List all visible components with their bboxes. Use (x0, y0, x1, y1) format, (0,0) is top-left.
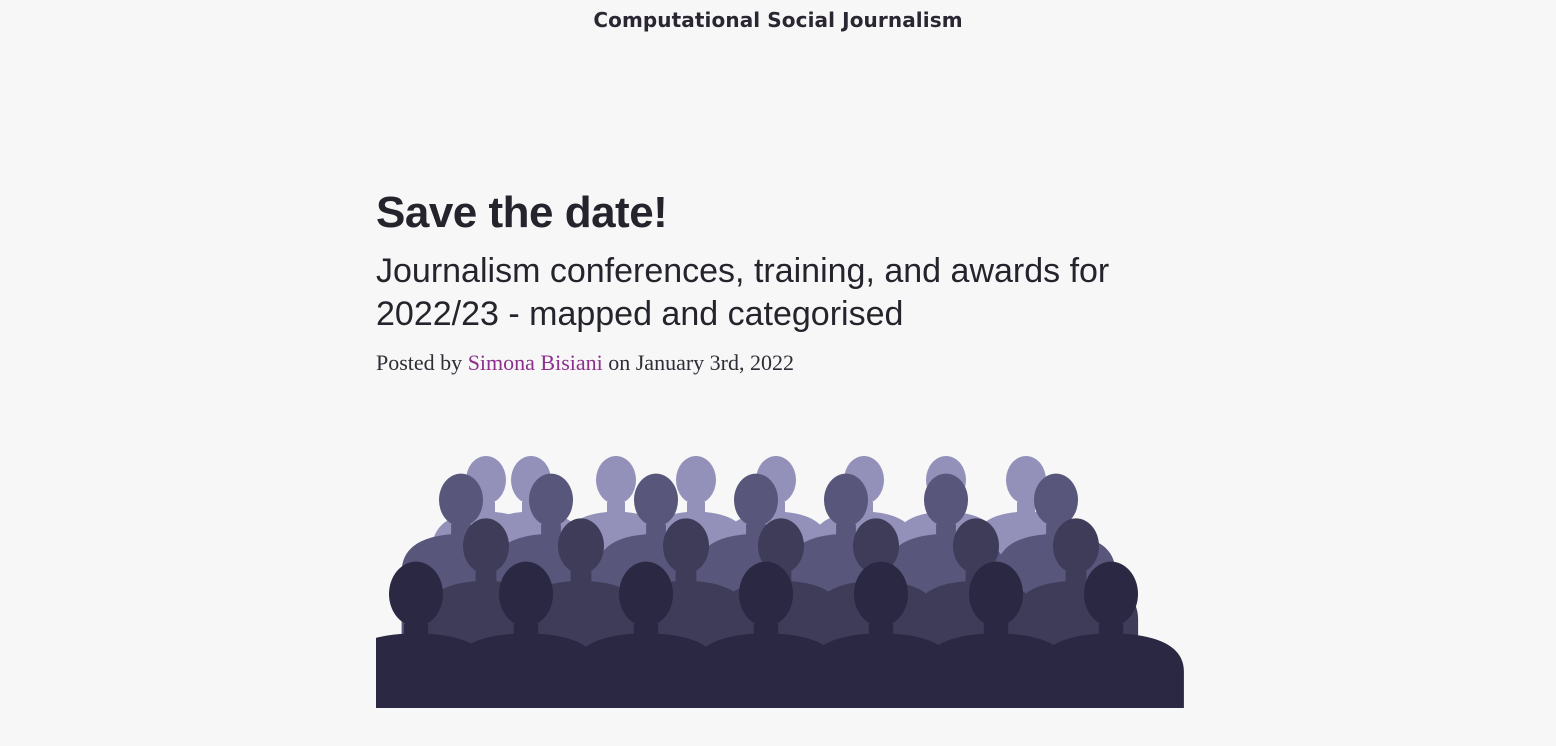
post-header: Save the date! Journalism conferences, t… (376, 186, 1196, 376)
author-link[interactable]: Simona Bisiani (468, 350, 603, 375)
post-meta: Posted by Simona Bisiani on January 3rd,… (376, 350, 1196, 376)
crowd-base (394, 662, 1179, 708)
post-meta-prefix: Posted by (376, 350, 463, 375)
site-title[interactable]: Computational Social Journalism (0, 8, 1556, 32)
post-title: Save the date! (376, 188, 668, 237)
post-subtitle: Journalism conferences, training, and aw… (376, 252, 1110, 333)
crowd-illustration (376, 456, 1184, 708)
post-date: on January 3rd, 2022 (608, 350, 794, 375)
